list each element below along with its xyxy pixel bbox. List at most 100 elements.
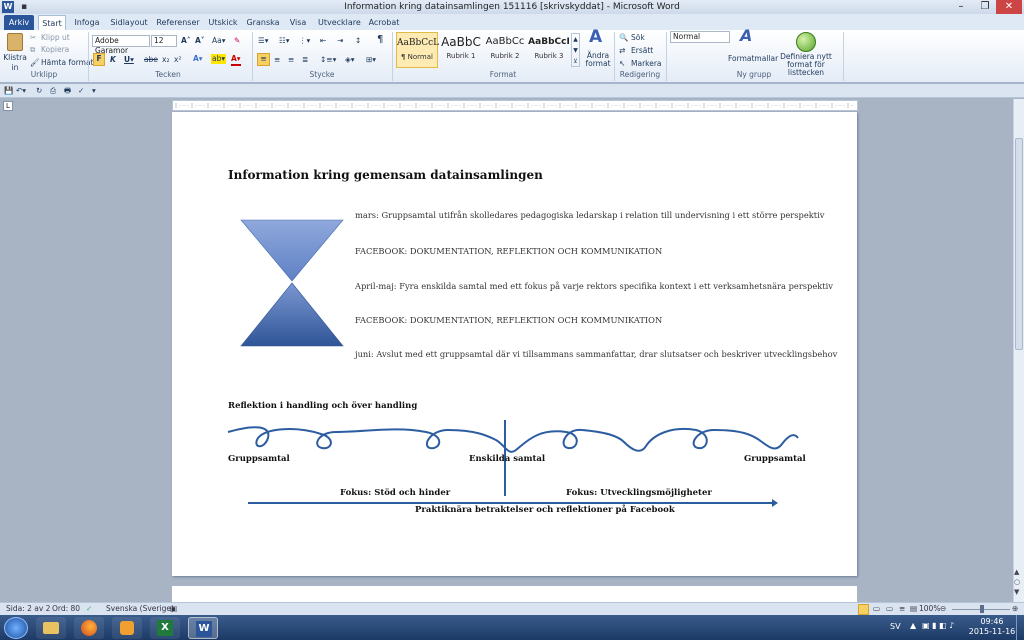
- tab-file[interactable]: Arkiv: [4, 15, 34, 30]
- document-page[interactable]: Information kring gemensam datainsamling…: [172, 112, 857, 576]
- font-family-select[interactable]: Adobe Garamor: [92, 35, 150, 55]
- line-spacing-icon[interactable]: ↕≡▾: [320, 55, 336, 65]
- outline-view-icon[interactable]: ≡: [899, 603, 905, 615]
- highlight-icon[interactable]: ab▾: [211, 54, 227, 64]
- styles-scroll-icon[interactable]: ▲ ▼ ⊻: [571, 33, 580, 67]
- font-color-icon[interactable]: A▾: [231, 54, 241, 66]
- tray-status-icons[interactable]: ▣ ▮ ◧ ♪: [922, 621, 954, 630]
- align-center-icon[interactable]: ≡: [274, 55, 280, 65]
- start-button-icon[interactable]: [4, 617, 28, 639]
- select-button[interactable]: Markera: [631, 59, 662, 69]
- style-heading2[interactable]: AaBbCc Rubrik 2: [484, 32, 526, 68]
- numbering-icon[interactable]: ☷▾: [279, 36, 290, 46]
- underline-icon[interactable]: U▾: [124, 55, 134, 65]
- align-left-icon[interactable]: ≡: [257, 53, 270, 66]
- language-tray[interactable]: SV: [890, 622, 901, 631]
- word-logo-icon[interactable]: W: [2, 1, 14, 13]
- define-bullet-icon[interactable]: [796, 32, 816, 52]
- zoom-out-icon[interactable]: ⊖: [940, 603, 946, 615]
- tab-view[interactable]: Visa: [286, 15, 310, 30]
- multilevel-list-icon[interactable]: ⋮▾: [299, 36, 310, 46]
- cut-button[interactable]: Klipp ut: [41, 33, 70, 43]
- tab-layout[interactable]: Sidlayout: [108, 15, 150, 30]
- replace-icon[interactable]: ⇄: [619, 46, 625, 56]
- tab-references[interactable]: Referenser: [156, 15, 200, 30]
- style-heading3[interactable]: AaBbCcI Rubrik 3: [528, 32, 570, 68]
- bold-icon[interactable]: F: [93, 53, 105, 66]
- media-player-taskbar-icon[interactable]: [112, 617, 142, 639]
- tab-selector-icon[interactable]: L: [3, 101, 13, 111]
- clipboard-icon[interactable]: [7, 33, 23, 51]
- word-taskbar-icon[interactable]: W: [188, 617, 218, 639]
- zoom-level[interactable]: 100%: [919, 603, 940, 615]
- format-painter-icon[interactable]: 🖌: [30, 58, 40, 68]
- show-desktop-button[interactable]: [1016, 615, 1024, 640]
- macro-record-icon[interactable]: ▣: [170, 603, 177, 615]
- explorer-taskbar-icon[interactable]: [36, 617, 66, 639]
- save-icon[interactable]: 💾: [4, 86, 13, 96]
- undo-icon[interactable]: ↶▾: [16, 86, 26, 96]
- superscript-icon[interactable]: x²: [174, 55, 181, 65]
- language-indicator[interactable]: Svenska (Sverige): [106, 603, 174, 615]
- grow-font-icon[interactable]: A˄: [181, 36, 191, 46]
- sort-icon[interactable]: ↕: [355, 36, 361, 46]
- zoom-in-icon[interactable]: ⊕: [1012, 603, 1018, 615]
- change-case-icon[interactable]: Aa▾: [212, 36, 226, 46]
- tab-developer[interactable]: Utvecklare: [318, 15, 361, 30]
- decrease-indent-icon[interactable]: ⇤: [320, 36, 326, 46]
- style-normal[interactable]: AaBbCcL ¶ Normal: [396, 32, 439, 68]
- pilcrow-icon[interactable]: ¶: [377, 35, 383, 45]
- scissors-icon[interactable]: ✂: [30, 33, 36, 43]
- tray-expand-icon[interactable]: ▲: [910, 621, 916, 630]
- scrollbar-thumb[interactable]: [1015, 138, 1023, 350]
- justify-icon[interactable]: ≣: [302, 55, 308, 65]
- tab-review[interactable]: Granska: [246, 15, 280, 30]
- shrink-font-icon[interactable]: A˅: [195, 36, 205, 46]
- style-heading1[interactable]: AaBbC Rubrik 1: [440, 32, 482, 68]
- font-size-select[interactable]: 12: [151, 35, 177, 47]
- italic-icon[interactable]: K: [110, 55, 116, 65]
- change-styles-button[interactable]: Ändra format: [583, 52, 613, 68]
- spelling-icon[interactable]: ✓: [78, 86, 84, 96]
- redo-icon[interactable]: ↻: [36, 86, 42, 96]
- copy-button[interactable]: Kopiera: [41, 45, 69, 55]
- format-templates-icon[interactable]: A: [740, 28, 752, 44]
- increase-indent-icon[interactable]: ⇥: [337, 36, 343, 46]
- close-button[interactable]: ✕: [996, 0, 1022, 14]
- zoom-slider-thumb[interactable]: [980, 605, 984, 613]
- tab-home[interactable]: Start: [38, 15, 66, 30]
- tab-mailings[interactable]: Utskick: [206, 15, 240, 30]
- find-icon[interactable]: 🔍: [619, 33, 628, 43]
- page-indicator[interactable]: Sida: 2 av 2: [6, 603, 50, 615]
- style-select[interactable]: Normal: [670, 31, 730, 43]
- subscript-icon[interactable]: x₂: [162, 55, 169, 65]
- full-screen-view-icon[interactable]: ▭: [873, 603, 880, 615]
- format-templates-button[interactable]: Formatmallar: [728, 54, 778, 64]
- maximize-button[interactable]: ❐: [972, 0, 998, 14]
- change-styles-icon[interactable]: A: [589, 29, 602, 46]
- clear-format-icon[interactable]: ✎: [234, 36, 240, 46]
- borders-icon[interactable]: ⊞▾: [366, 55, 376, 65]
- bullets-icon[interactable]: ☰▾: [258, 36, 269, 46]
- draft-view-icon[interactable]: ▤: [910, 603, 917, 615]
- strikethrough-icon[interactable]: abe: [144, 55, 158, 65]
- find-button[interactable]: Sök: [631, 33, 645, 43]
- clock-date[interactable]: 2015-11-16: [968, 627, 1016, 636]
- excel-taskbar-icon[interactable]: X: [150, 617, 180, 639]
- print-preview-icon[interactable]: ⎙: [50, 86, 56, 96]
- customize-qat-icon[interactable]: ▾: [92, 86, 96, 96]
- tab-insert[interactable]: Infoga: [72, 15, 102, 30]
- format-painter-button[interactable]: Hämta format: [41, 58, 94, 68]
- shading-icon[interactable]: ◈▾: [345, 55, 355, 65]
- word-count[interactable]: Ord: 80: [52, 603, 80, 615]
- proofing-icon[interactable]: ✓: [86, 603, 92, 615]
- firefox-taskbar-icon[interactable]: [74, 617, 104, 639]
- minimize-button[interactable]: –: [948, 0, 974, 14]
- replace-button[interactable]: Ersätt: [631, 46, 653, 56]
- scroll-nav-icons[interactable]: ▲ ○ ▼: [1014, 567, 1020, 597]
- text-effects-icon[interactable]: A▾: [193, 54, 203, 64]
- print-layout-view-icon[interactable]: [858, 604, 869, 615]
- save-icon[interactable]: ▪: [18, 1, 30, 13]
- web-layout-view-icon[interactable]: ▭: [886, 603, 893, 615]
- align-right-icon[interactable]: ≡: [288, 55, 294, 65]
